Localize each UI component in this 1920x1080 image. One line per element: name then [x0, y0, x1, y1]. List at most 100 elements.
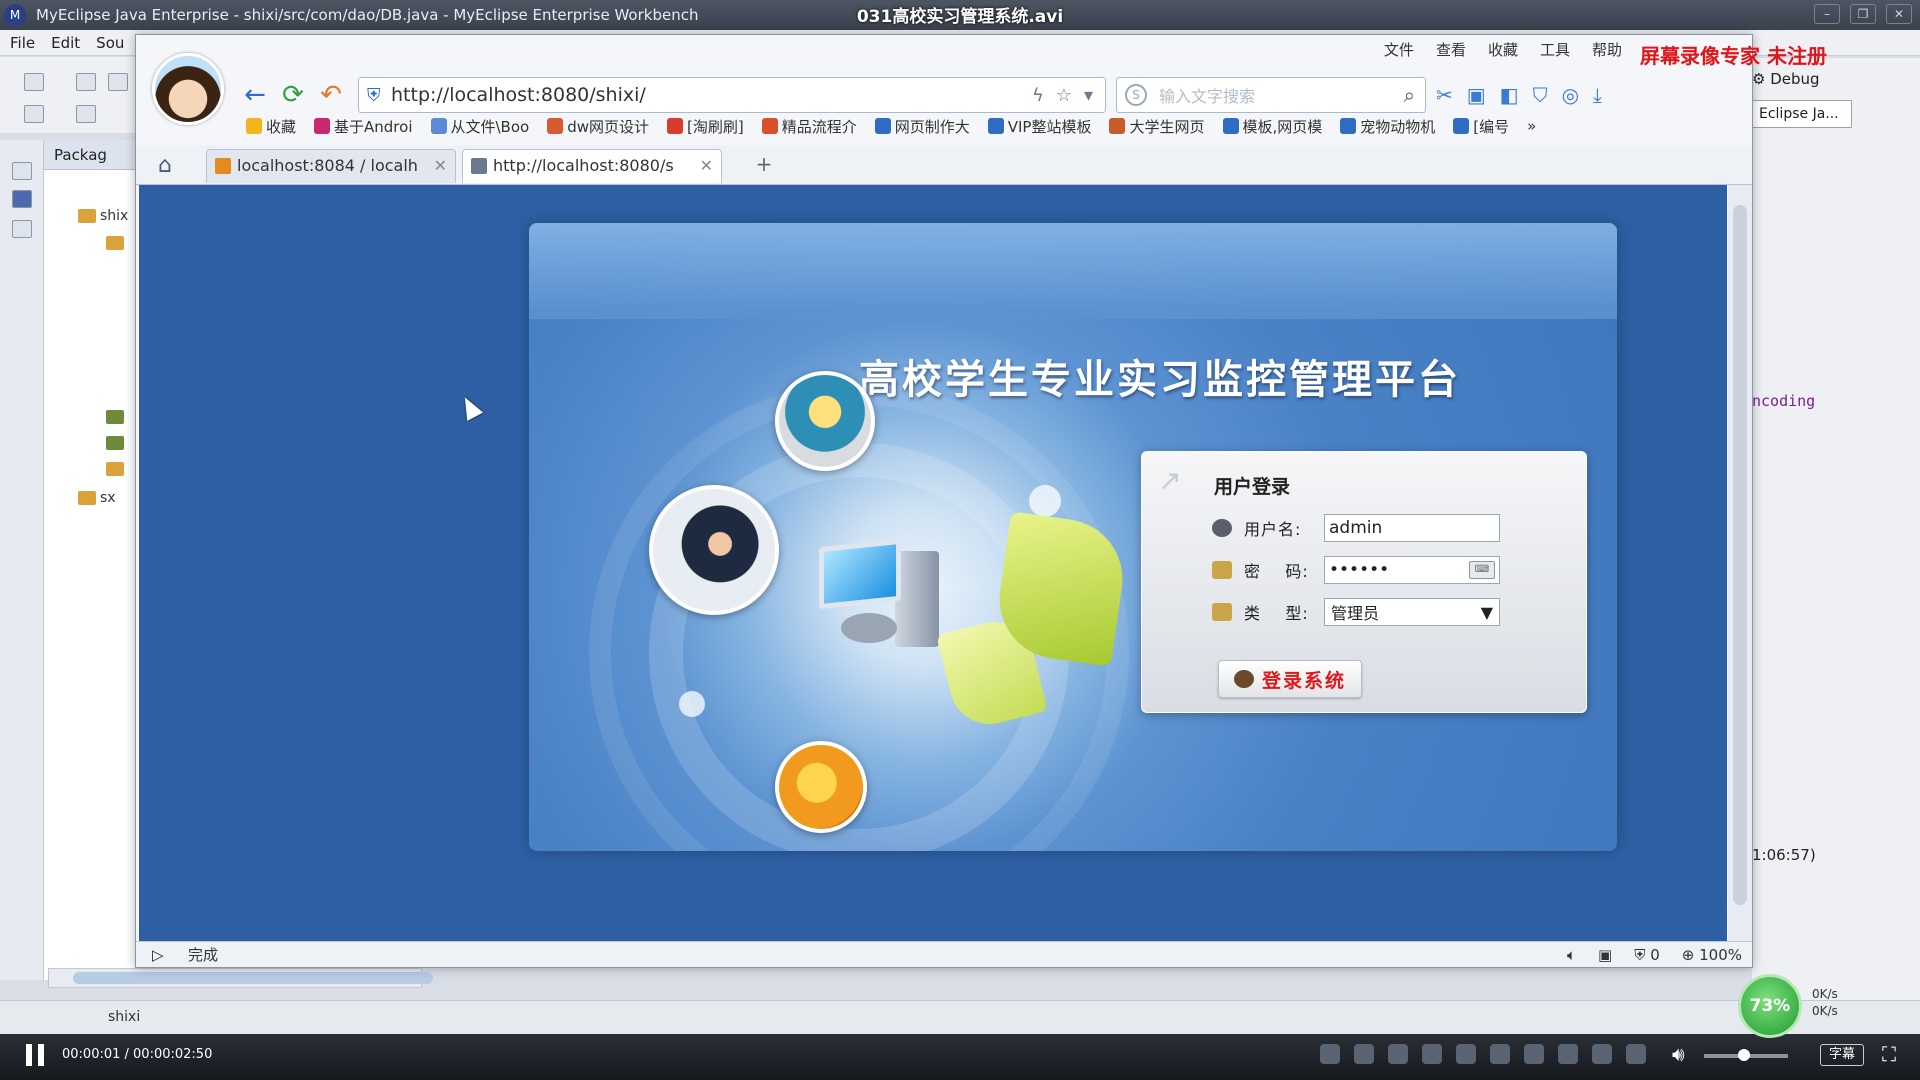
bookmarks-overflow-icon[interactable]: » [1527, 117, 1536, 135]
run-icon[interactable] [24, 105, 44, 123]
search-icon[interactable]: ⌕ [1404, 83, 1415, 107]
new-icon[interactable] [24, 73, 44, 91]
bookmark-item[interactable]: 收藏 [246, 116, 296, 137]
login-button[interactable]: 登录系统 [1218, 660, 1362, 698]
bookmark-item[interactable]: 宠物动物机 [1340, 116, 1435, 137]
tree-item-project[interactable]: shix [78, 208, 128, 224]
camera-icon[interactable]: ▣ [1598, 942, 1612, 968]
volume-icon[interactable]: 🔊︎ [1672, 1042, 1685, 1066]
page-vertical-scrollbar[interactable] [1728, 185, 1752, 941]
restore-icon[interactable]: ❐ [1850, 4, 1876, 24]
tray-icon[interactable] [1626, 1044, 1646, 1064]
tray-icon[interactable] [1456, 1044, 1476, 1064]
tree-item-library[interactable] [106, 436, 124, 450]
undo-icon[interactable]: ↶ [312, 78, 350, 112]
package-view-icon[interactable] [12, 190, 32, 208]
extension-icon[interactable]: ◧ [1500, 83, 1519, 107]
refresh-icon[interactable]: ⟳ [274, 78, 312, 112]
keyboard-icon[interactable]: ⌨ [1469, 561, 1495, 579]
bookmark-item[interactable]: [淘刷刷] [667, 116, 744, 137]
bookmark-item[interactable]: dw网页设计 [547, 116, 649, 137]
library-icon [106, 436, 124, 450]
new-tab-button[interactable]: + [746, 149, 782, 179]
bookmark-item[interactable]: [编号 [1453, 116, 1509, 137]
close-icon[interactable]: ✕ [700, 150, 713, 182]
account-icon[interactable]: ◎ [1562, 83, 1579, 107]
menu-edit[interactable]: Edit [47, 30, 92, 55]
tree-item-project[interactable]: sx [78, 490, 116, 506]
pause-icon[interactable] [26, 1044, 52, 1068]
bookmark-item[interactable]: 模板,网页模 [1222, 116, 1322, 137]
bookmark-item[interactable]: 大学生网页 [1109, 116, 1205, 137]
tree-item-library[interactable] [106, 410, 124, 424]
restore-view-icon[interactable] [12, 162, 32, 180]
tray-icon[interactable] [1558, 1044, 1578, 1064]
status-toggle-icon[interactable]: ▷ [152, 942, 164, 968]
tab-shixi[interactable]: http://localhost:8080/s ✕ [462, 149, 722, 183]
performance-meter[interactable]: 73% [1738, 974, 1802, 1038]
browser-menu-view[interactable]: 查看 [1436, 35, 1466, 65]
volume-slider[interactable] [1704, 1049, 1788, 1061]
bookmark-icon [1340, 118, 1357, 134]
tree-item-folder[interactable] [106, 462, 124, 476]
volume-knob[interactable] [1738, 1049, 1750, 1061]
search-box[interactable]: S 输入文字搜索 ⌕ [1116, 77, 1426, 113]
subtitle-button[interactable]: 字幕 [1820, 1044, 1864, 1066]
save-all-icon[interactable] [108, 73, 128, 91]
scrollbar-thumb[interactable] [1733, 205, 1747, 905]
bookmark-item[interactable]: 从文件\Boo [430, 116, 529, 137]
tab-phpmyadmin[interactable]: localhost:8084 / localh ✕ [206, 149, 456, 183]
scissors-icon[interactable]: ✂ [1436, 83, 1453, 107]
fullscreen-icon[interactable]: ⛶ [1882, 1042, 1896, 1066]
zoom-level[interactable]: ⊕ 100% [1682, 942, 1742, 968]
download-icon[interactable]: ⤓ [1593, 83, 1602, 107]
browser-menu-tools[interactable]: 工具 [1540, 35, 1570, 65]
screenshot-icon[interactable]: ▣ [1467, 83, 1486, 107]
arrow-icon: ↗ [1158, 464, 1182, 497]
browser-menu-help[interactable]: 帮助 [1592, 35, 1622, 65]
user-avatar[interactable] [152, 53, 224, 125]
close-icon[interactable]: ✕ [1886, 4, 1912, 24]
address-bar[interactable]: ⛨ http://localhost:8080/shixi/ ϟ ☆ ▾ [358, 77, 1106, 113]
tray-icon[interactable] [1490, 1044, 1510, 1064]
search-placeholder[interactable]: 输入文字搜索 [1159, 83, 1404, 107]
browser-menu-file[interactable]: 文件 [1384, 35, 1414, 65]
debug-perspective-button[interactable]: ⚙ Debug [1752, 70, 1820, 88]
tray-icon[interactable] [1524, 1044, 1544, 1064]
dropdown-icon[interactable]: ▾ [1084, 85, 1093, 106]
back-icon[interactable]: ← [236, 78, 274, 112]
tray-icon[interactable] [1320, 1044, 1340, 1064]
save-icon[interactable] [76, 73, 96, 91]
browser-menu-favorites[interactable]: 收藏 [1488, 35, 1518, 65]
outline-view-icon[interactable] [12, 220, 32, 238]
bookmark-item[interactable]: 精品流程介 [761, 116, 857, 137]
user-type-select[interactable]: 管理员 ▼ [1324, 598, 1500, 626]
package-explorer-tab[interactable]: Packag [44, 140, 141, 170]
search-engine-icon[interactable]: S [1125, 84, 1147, 106]
blocked-count[interactable]: ⛨ 0 [1634, 942, 1660, 968]
tray-icon[interactable] [1354, 1044, 1374, 1064]
minimize-icon[interactable]: – [1814, 4, 1840, 24]
home-icon[interactable]: ⌂ [158, 153, 172, 178]
tray-icon[interactable] [1422, 1044, 1442, 1064]
username-input[interactable] [1324, 514, 1500, 542]
tray-icon[interactable] [1388, 1044, 1408, 1064]
password-input[interactable]: •••••• ⌨ [1324, 556, 1500, 584]
close-icon[interactable]: ✕ [434, 150, 447, 182]
bookmark-item[interactable]: 基于Androi [314, 116, 413, 137]
address-url[interactable]: http://localhost:8080/shixi/ [391, 84, 1032, 106]
tray-icon[interactable] [1592, 1044, 1612, 1064]
package-explorer-scrollbar[interactable] [48, 968, 433, 988]
menu-file[interactable]: File [6, 30, 47, 55]
shield-icon[interactable]: ⛉ [1533, 83, 1548, 107]
scrollbar-thumb[interactable] [73, 972, 433, 984]
lightning-icon[interactable]: ϟ [1032, 85, 1044, 106]
debug-icon[interactable] [76, 105, 96, 123]
menu-source[interactable]: Sou [92, 30, 136, 55]
speaker-icon[interactable]: 🔈︎ [1567, 942, 1576, 968]
star-icon[interactable]: ☆ [1056, 85, 1072, 106]
eclipse-java-perspective-tab[interactable]: Eclipse Ja... [1752, 100, 1852, 128]
bookmark-item[interactable]: VIP整站模板 [987, 116, 1091, 137]
bookmark-item[interactable]: 网页制作大 [874, 116, 970, 137]
tree-item-folder[interactable] [106, 236, 124, 250]
